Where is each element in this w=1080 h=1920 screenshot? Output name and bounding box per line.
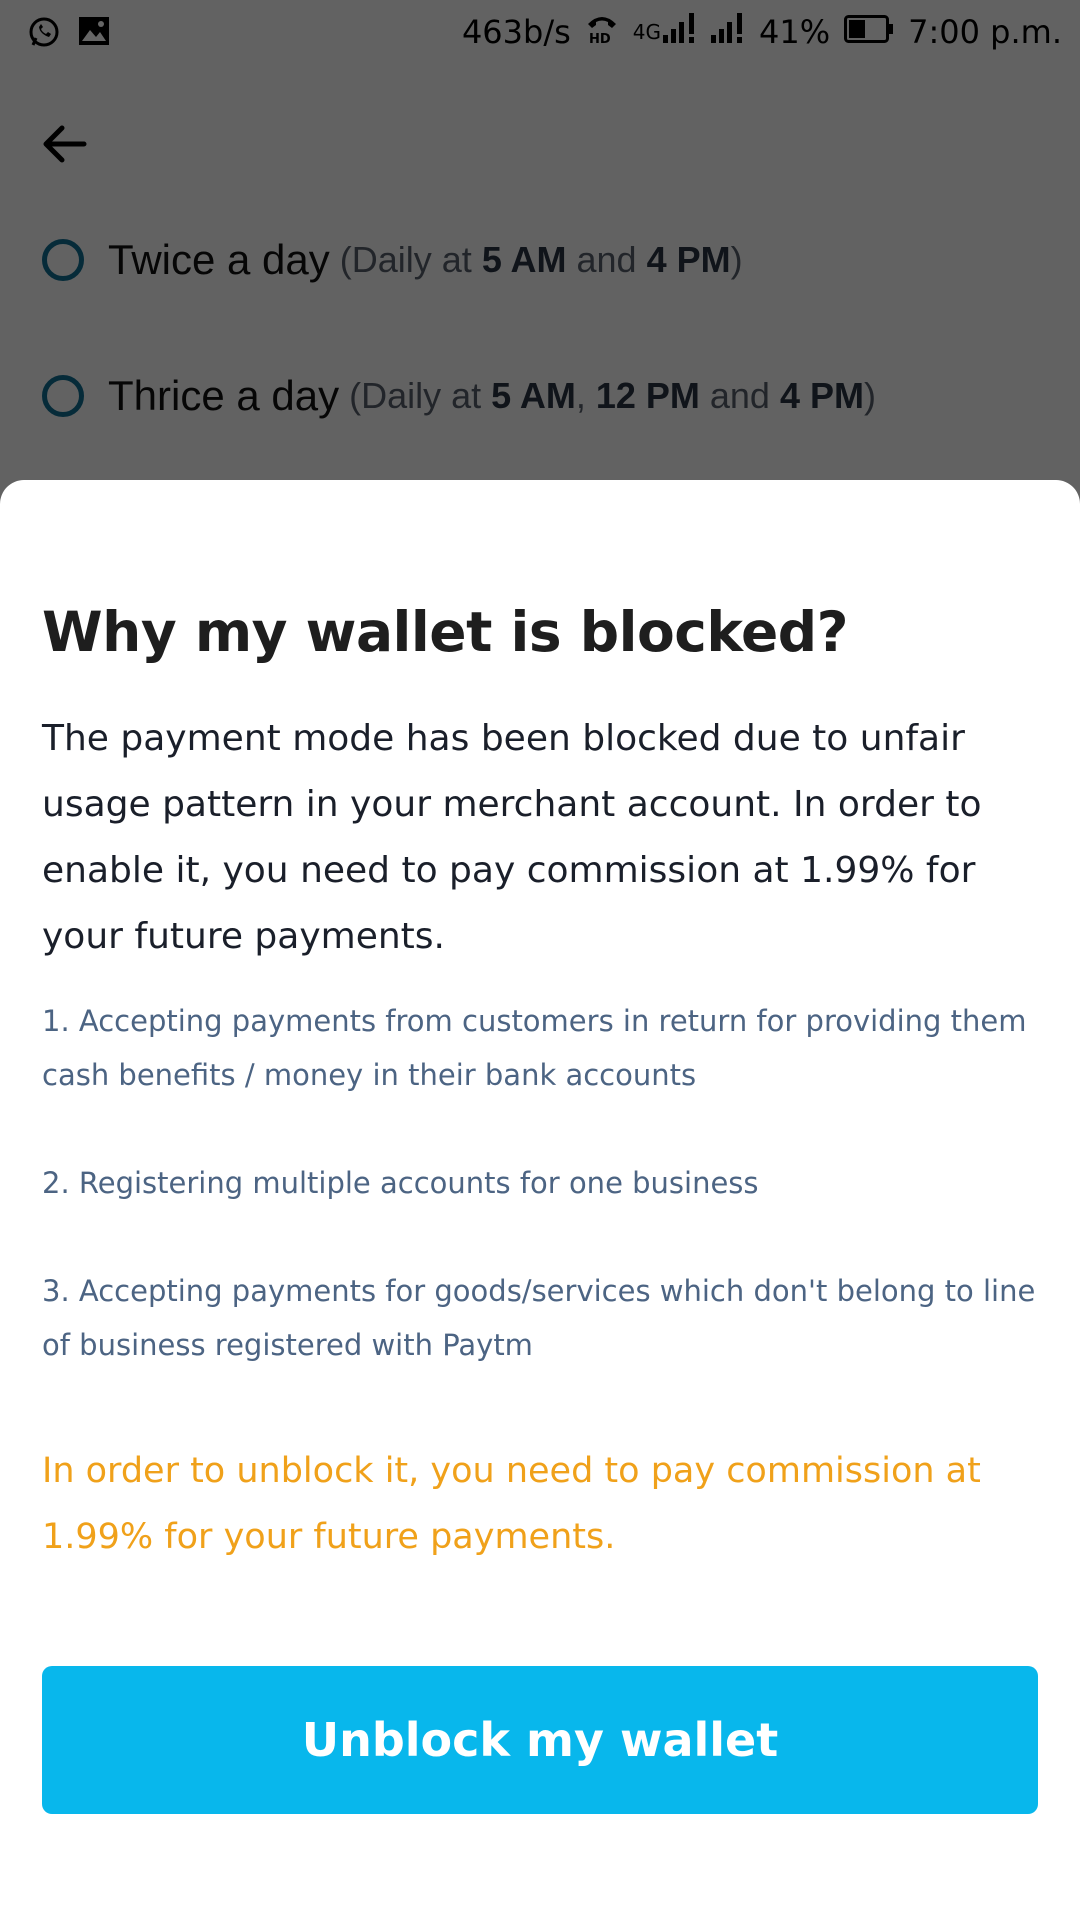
unblock-warning: In order to unblock it, you need to pay … [42, 1451, 981, 1557]
radio-button[interactable] [42, 375, 84, 417]
option-detail: (Daily at 5 AM and 4 PM) [339, 239, 743, 280]
option-detail: (Daily at 5 AM, 12 PM and 4 PM) [349, 375, 876, 416]
reason-item: 3. Accepting payments for goods/services… [42, 1274, 1036, 1362]
signal-icon [663, 13, 697, 51]
status-bar: 463b/s HD 4G 41% 7:00 p.m. [0, 0, 1080, 64]
option-twice-a-day[interactable]: Twice a day (Daily at 5 AM and 4 PM) [42, 236, 743, 284]
reason-item: 2. Registering multiple accounts for one… [42, 1166, 759, 1200]
svg-text:HD: HD [589, 32, 611, 44]
network-speed: 463b/s [461, 13, 571, 51]
whatsapp-icon [28, 16, 60, 52]
bottom-sheet: Why my wallet is blocked? The payment mo… [0, 480, 1080, 1920]
radio-button[interactable] [42, 239, 84, 281]
network-type: 4G [632, 20, 662, 44]
battery-percent: 41% [759, 13, 831, 51]
hd-call-icon: HD [585, 12, 619, 52]
signal-icon [711, 13, 745, 51]
reason-item: 1. Accepting payments from customers in … [42, 1004, 1027, 1092]
option-thrice-a-day[interactable]: Thrice a day (Daily at 5 AM, 12 PM and 4… [42, 372, 876, 420]
back-arrow-icon[interactable] [40, 120, 88, 168]
unblock-wallet-button[interactable]: Unblock my wallet [42, 1666, 1038, 1814]
clock: 7:00 p.m. [908, 13, 1062, 51]
sheet-description: The payment mode has been blocked due to… [42, 718, 982, 957]
option-label: Twice a day [108, 236, 330, 283]
option-label: Thrice a day [108, 372, 340, 419]
battery-icon [844, 13, 894, 51]
image-icon [78, 16, 110, 52]
sheet-title: Why my wallet is blocked? [42, 600, 849, 664]
